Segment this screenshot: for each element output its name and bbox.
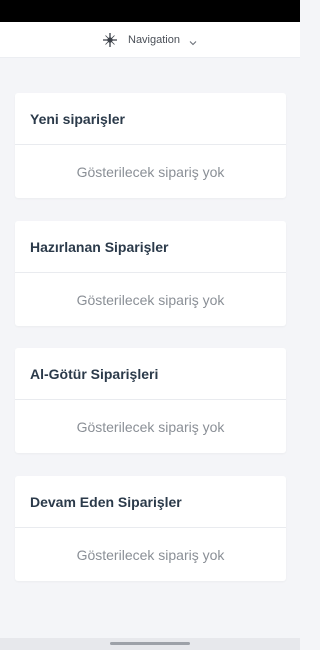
ongoing-orders-card[interactable]: Devam Eden Siparişler Gösterilecek sipar… [15,476,286,581]
home-indicator-bar[interactable] [110,642,190,645]
card-header: Yeni siparişler [15,93,286,145]
card-title: Devam Eden Siparişler [30,493,182,510]
preparing-orders-card[interactable]: Hazırlanan Siparişler Gösterilecek sipar… [15,221,286,326]
chevron-down-icon [188,35,198,45]
new-orders-card[interactable]: Yeni siparişler Gösterilecek sipariş yok [15,93,286,198]
card-title: Yeni siparişler [30,110,125,127]
card-title: Hazırlanan Siparişler [30,238,169,255]
status-bar [0,0,300,22]
empty-state-text: Gösterilecek sipariş yok [76,291,225,308]
card-body: Gösterilecek sipariş yok [15,273,286,326]
empty-state-text: Gösterilecek sipariş yok [76,418,225,435]
card-body: Gösterilecek sipariş yok [15,528,286,581]
home-indicator [0,638,300,650]
card-header: Devam Eden Siparişler [15,476,286,528]
takeaway-orders-card[interactable]: Al-Götür Siparişleri Gösterilecek sipari… [15,348,286,453]
navigation-label: Navigation [128,33,180,46]
card-body: Gösterilecek sipariş yok [15,400,286,453]
compass-icon [102,32,118,48]
card-title: Al-Götür Siparişleri [30,365,159,382]
empty-state-text: Gösterilecek sipariş yok [76,546,225,563]
card-header: Al-Götür Siparişleri [15,348,286,400]
navigation-dropdown[interactable]: Navigation [102,32,198,48]
card-body: Gösterilecek sipariş yok [15,145,286,198]
top-navigation-bar: Navigation [0,22,300,58]
empty-state-text: Gösterilecek sipariş yok [76,163,225,180]
card-header: Hazırlanan Siparişler [15,221,286,273]
